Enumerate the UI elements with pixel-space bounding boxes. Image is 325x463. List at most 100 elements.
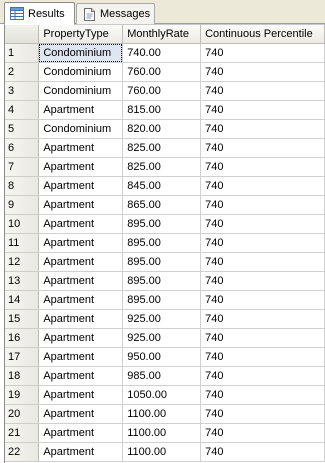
cell-continuous-percentile[interactable]: 740 [200,271,325,291]
table-row[interactable]: 17 Apartment 950.00 740 [5,347,325,367]
row-number[interactable]: 3 [5,81,40,101]
cell-propertytype[interactable]: Apartment [38,138,124,158]
cell-propertytype[interactable]: Condominium [38,81,124,101]
cell-continuous-percentile[interactable]: 740 [200,43,325,63]
row-number[interactable]: 12 [5,252,40,272]
cell-monthlyrate[interactable]: 1050.00 [122,385,202,405]
cell-monthlyrate[interactable]: 950.00 [122,347,202,367]
table-row[interactable]: 16 Apartment 925.00 740 [5,328,325,348]
row-number[interactable]: 2 [5,62,40,82]
row-number[interactable]: 11 [5,233,40,253]
cell-propertytype[interactable]: Apartment [38,309,124,329]
cell-propertytype[interactable]: Apartment [38,404,124,424]
cell-continuous-percentile[interactable]: 740 [200,62,325,82]
table-row[interactable]: 12 Apartment 895.00 740 [5,252,325,272]
cell-continuous-percentile[interactable]: 740 [200,366,325,386]
cell-monthlyrate[interactable]: 760.00 [122,62,202,82]
cell-continuous-percentile[interactable]: 740 [200,404,325,424]
cell-propertytype[interactable]: Apartment [38,252,124,272]
table-row[interactable]: 4 Apartment 815.00 740 [5,100,325,120]
cell-monthlyrate[interactable]: 1100.00 [122,442,202,462]
table-row[interactable]: 13 Apartment 895.00 740 [5,271,325,291]
table-row[interactable]: 10 Apartment 895.00 740 [5,214,325,234]
table-row[interactable]: 11 Apartment 895.00 740 [5,233,325,253]
row-number[interactable]: 9 [5,195,40,215]
row-number[interactable]: 18 [5,366,40,386]
cell-continuous-percentile[interactable]: 740 [200,176,325,196]
cell-propertytype[interactable]: Apartment [38,214,124,234]
cell-propertytype[interactable]: Condominium [38,62,124,82]
cell-continuous-percentile[interactable]: 740 [200,138,325,158]
cell-continuous-percentile[interactable]: 740 [200,328,325,348]
cell-continuous-percentile[interactable]: 740 [200,309,325,329]
tab-results[interactable]: Results [4,2,75,25]
table-row[interactable]: 3 Condominium 760.00 740 [5,81,325,101]
cell-monthlyrate[interactable]: 825.00 [122,157,202,177]
table-row[interactable]: 1 Condominium 740.00 740 [5,43,325,63]
cell-continuous-percentile[interactable]: 740 [200,81,325,101]
row-number[interactable]: 22 [5,442,40,462]
cell-monthlyrate[interactable]: 895.00 [122,252,202,272]
table-row[interactable]: 8 Apartment 845.00 740 [5,176,325,196]
cell-monthlyrate[interactable]: 925.00 [122,309,202,329]
cell-continuous-percentile[interactable]: 740 [200,423,325,443]
column-header-continuous-percentile[interactable]: Continuous Percentile [200,25,325,44]
cell-continuous-percentile[interactable]: 740 [200,195,325,215]
row-number[interactable]: 1 [5,43,40,63]
column-header-propertytype[interactable]: PropertyType [38,25,124,44]
cell-propertytype[interactable]: Apartment [38,385,124,405]
cell-monthlyrate[interactable]: 760.00 [122,81,202,101]
table-row[interactable]: 9 Apartment 865.00 740 [5,195,325,215]
cell-continuous-percentile[interactable]: 740 [200,290,325,310]
column-header-monthlyrate[interactable]: MonthlyRate [122,25,202,44]
cell-continuous-percentile[interactable]: 740 [200,100,325,120]
cell-continuous-percentile[interactable]: 740 [200,385,325,405]
cell-continuous-percentile[interactable]: 740 [200,214,325,234]
cell-propertytype[interactable]: Condominium [38,119,124,139]
table-row[interactable]: 18 Apartment 985.00 740 [5,366,325,386]
row-number[interactable]: 13 [5,271,40,291]
row-number[interactable]: 20 [5,404,40,424]
cell-monthlyrate[interactable]: 895.00 [122,233,202,253]
cell-monthlyrate[interactable]: 815.00 [122,100,202,120]
cell-monthlyrate[interactable]: 825.00 [122,138,202,158]
cell-propertytype[interactable]: Apartment [38,157,124,177]
cell-monthlyrate[interactable]: 1100.00 [122,404,202,424]
table-row[interactable]: 20 Apartment 1100.00 740 [5,404,325,424]
cell-propertytype[interactable]: Apartment [38,366,124,386]
cell-propertytype[interactable]: Apartment [38,442,124,462]
cell-monthlyrate[interactable]: 865.00 [122,195,202,215]
table-row[interactable]: 2 Condominium 760.00 740 [5,62,325,82]
cell-continuous-percentile[interactable]: 740 [200,347,325,367]
row-number[interactable]: 4 [5,100,40,120]
tab-messages[interactable]: Messages [76,3,155,24]
row-number[interactable]: 17 [5,347,40,367]
row-number[interactable]: 8 [5,176,40,196]
cell-continuous-percentile[interactable]: 740 [200,233,325,253]
table-row[interactable]: 6 Apartment 825.00 740 [5,138,325,158]
cell-monthlyrate[interactable]: 740.00 [122,43,202,63]
cell-monthlyrate[interactable]: 895.00 [122,271,202,291]
row-number[interactable]: 5 [5,119,40,139]
cell-monthlyrate[interactable]: 985.00 [122,366,202,386]
cell-continuous-percentile[interactable]: 740 [200,442,325,462]
row-number[interactable]: 10 [5,214,40,234]
cell-propertytype[interactable]: Condominium [38,43,124,63]
cell-monthlyrate[interactable]: 1100.00 [122,423,202,443]
cell-propertytype[interactable]: Apartment [38,347,124,367]
row-number[interactable]: 19 [5,385,40,405]
cell-continuous-percentile[interactable]: 740 [200,157,325,177]
row-number[interactable]: 7 [5,157,40,177]
cell-propertytype[interactable]: Apartment [38,233,124,253]
row-number[interactable]: 21 [5,423,40,443]
table-row[interactable]: 22 Apartment 1100.00 740 [5,442,325,462]
row-number[interactable]: 16 [5,328,40,348]
row-number[interactable]: 6 [5,138,40,158]
table-row[interactable]: 5 Condominium 820.00 740 [5,119,325,139]
cell-monthlyrate[interactable]: 925.00 [122,328,202,348]
table-row[interactable]: 21 Apartment 1100.00 740 [5,423,325,443]
cell-propertytype[interactable]: Apartment [38,290,124,310]
cell-monthlyrate[interactable]: 820.00 [122,119,202,139]
cell-monthlyrate[interactable]: 845.00 [122,176,202,196]
cell-propertytype[interactable]: Apartment [38,328,124,348]
